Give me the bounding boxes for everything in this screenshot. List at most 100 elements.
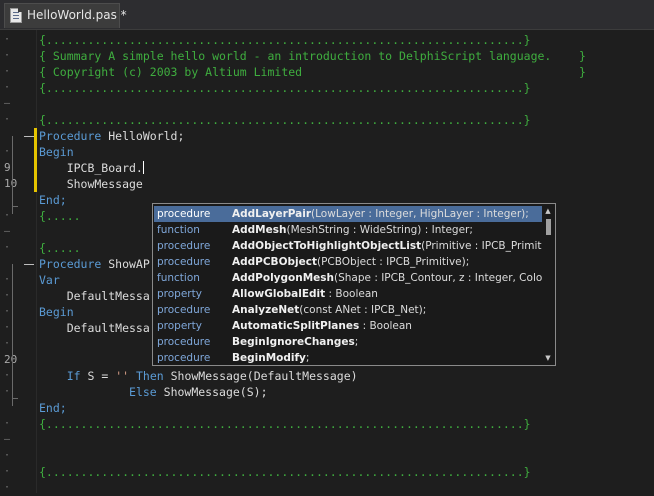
code-text: Else ShowMessage(S);: [39, 384, 268, 400]
code-line[interactable]: Procedure HelloWorld;: [0, 128, 654, 144]
code-line[interactable]: {.......................................…: [0, 416, 654, 432]
code-editor[interactable]: {.......................................…: [0, 30, 654, 493]
arrow-up-icon[interactable]: ▲: [544, 207, 552, 215]
code-token: Begin: [39, 145, 74, 159]
completion-kind: function: [157, 224, 200, 236]
completion-name: AddMesh: [232, 224, 287, 236]
completion-kind: procedure: [157, 336, 211, 348]
completion-signature: BeginModify;: [232, 350, 309, 366]
completion-item[interactable]: procedure BeginIgnoreChanges;: [154, 334, 543, 350]
text-caret: [142, 161, 144, 174]
code-token: { Copyright (c) 2003 by Altium Limited }: [39, 65, 586, 79]
gutter-marker: [4, 432, 16, 448]
code-text: ShowMessage: [39, 176, 143, 192]
code-text: {.......................................…: [39, 80, 531, 96]
code-line[interactable]: [0, 96, 654, 112]
completion-item[interactable]: function AddPolygonMesh(Shape : IPCB_Cont…: [154, 270, 543, 286]
code-token: ShowMessage(S);: [156, 385, 268, 399]
code-token: Procedure: [39, 129, 102, 143]
code-line[interactable]: {.......................................…: [0, 464, 654, 480]
completion-signature: AnalyzeNet(const ANet : IPCB_Net);: [232, 302, 426, 318]
fold-toggle[interactable]: [24, 264, 34, 265]
code-completion-popup[interactable]: procedure AddLayerPair(LowLayer : Integer…: [152, 203, 556, 366]
code-token: If: [66, 369, 81, 383]
completion-kind: property: [157, 288, 202, 300]
fold-toggle[interactable]: [24, 136, 34, 137]
code-text: DefaultMessa: [39, 320, 150, 336]
code-text: {.....: [39, 240, 81, 256]
completion-item[interactable]: procedure AddObjectToHighlightObjectList(…: [154, 238, 543, 254]
code-token: ShowMessage(DefaultMessage): [163, 369, 358, 383]
code-token: End;: [39, 401, 67, 415]
file-icon: [10, 8, 22, 23]
completion-kind: procedure: [157, 240, 211, 252]
code-line[interactable]: Else ShowMessage(S);: [0, 384, 654, 400]
code-line[interactable]: End;: [0, 400, 654, 416]
code-token: {.....: [39, 241, 81, 255]
tab-bar: HelloWorld.pas *: [0, 0, 654, 30]
gutter-marker: [4, 256, 16, 272]
code-token: '': [115, 369, 130, 383]
completion-item[interactable]: procedure AddPCBObject(PCBObject : IPCB_P…: [154, 254, 543, 270]
code-line[interactable]: [0, 480, 654, 496]
code-token: {.......................................…: [39, 417, 531, 431]
completion-name: AutomaticSplitPlanes: [232, 320, 360, 332]
code-text: End;: [39, 400, 67, 416]
completion-signature: AutomaticSplitPlanes : Boolean: [232, 318, 412, 334]
code-line[interactable]: [0, 432, 654, 448]
code-text: { Copyright (c) 2003 by Altium Limited }: [39, 64, 586, 80]
arrow-down-icon[interactable]: ▼: [544, 354, 552, 362]
code-token: Else: [129, 385, 157, 399]
completion-params: : Boolean: [325, 288, 378, 300]
completion-scrollbar[interactable]: ▲ ▼: [542, 205, 554, 364]
code-line[interactable]: { Copyright (c) 2003 by Altium Limited }: [0, 64, 654, 80]
completion-signature: AddMesh(MeshString : WideString) : Integ…: [232, 222, 473, 238]
completion-name: AllowGlobalEdit: [232, 288, 326, 300]
code-line[interactable]: Begin: [0, 144, 654, 160]
gutter-marker: [4, 64, 16, 80]
gutter-marker: [4, 272, 16, 288]
gutter-marker: [4, 416, 16, 432]
fold-guide: [12, 264, 13, 406]
code-token: DefaultMessa: [39, 321, 150, 335]
completion-name: AnalyzeNet: [232, 304, 300, 316]
code-line[interactable]: [0, 448, 654, 464]
gutter-marker: [4, 240, 16, 256]
code-text: Begin: [39, 304, 74, 320]
completion-name: AddLayerPair: [232, 208, 312, 220]
gutter-marker: [4, 480, 16, 496]
code-line[interactable]: 10 ShowMessage: [0, 176, 654, 192]
code-line[interactable]: If S = '' Then ShowMessage(DefaultMessag…: [0, 368, 654, 384]
completion-item[interactable]: procedure BeginModify;: [154, 350, 543, 366]
completion-item[interactable]: procedure AddLayerPair(LowLayer : Integer…: [154, 206, 543, 222]
fold-end: [12, 206, 18, 207]
code-token: IPCB_Board.: [39, 161, 143, 175]
completion-item[interactable]: property AutomaticSplitPlanes : Boolean: [154, 318, 543, 334]
completion-signature: AddPolygonMesh(Shape : IPCB_Contour, z :…: [232, 270, 543, 286]
code-line[interactable]: { Summary A simple hello world - an intr…: [0, 48, 654, 64]
completion-params: : Boolean: [359, 320, 412, 332]
tab-helloworld[interactable]: HelloWorld.pas *: [4, 3, 127, 28]
completion-item[interactable]: function AddMesh(MeshString : WideString)…: [154, 222, 543, 238]
gutter-marker: [4, 400, 16, 416]
code-text: DefaultMessa: [39, 288, 150, 304]
gutter-marker: [4, 336, 16, 352]
gutter-marker: 10: [4, 177, 18, 190]
code-line[interactable]: {.......................................…: [0, 112, 654, 128]
code-token: { Summary A simple hello world - an intr…: [39, 49, 586, 63]
completion-kind: function: [157, 272, 200, 284]
code-token: DefaultMessa: [39, 289, 150, 303]
code-token: {.......................................…: [39, 465, 531, 479]
code-line[interactable]: {.......................................…: [0, 32, 654, 48]
gutter-marker: [4, 48, 16, 64]
completion-params: (PCBObject : IPCB_Primitive);: [316, 256, 470, 268]
gutter-marker: [4, 464, 16, 480]
completion-item[interactable]: procedure AnalyzeNet(const ANet : IPCB_Ne…: [154, 302, 543, 318]
code-line[interactable]: 9 IPCB_Board.: [0, 160, 654, 176]
completion-item[interactable]: property AllowGlobalEdit : Boolean: [154, 286, 543, 302]
completion-name: AddPolygonMesh: [232, 272, 335, 284]
code-line[interactable]: {.......................................…: [0, 80, 654, 96]
scroll-thumb[interactable]: [546, 219, 551, 235]
